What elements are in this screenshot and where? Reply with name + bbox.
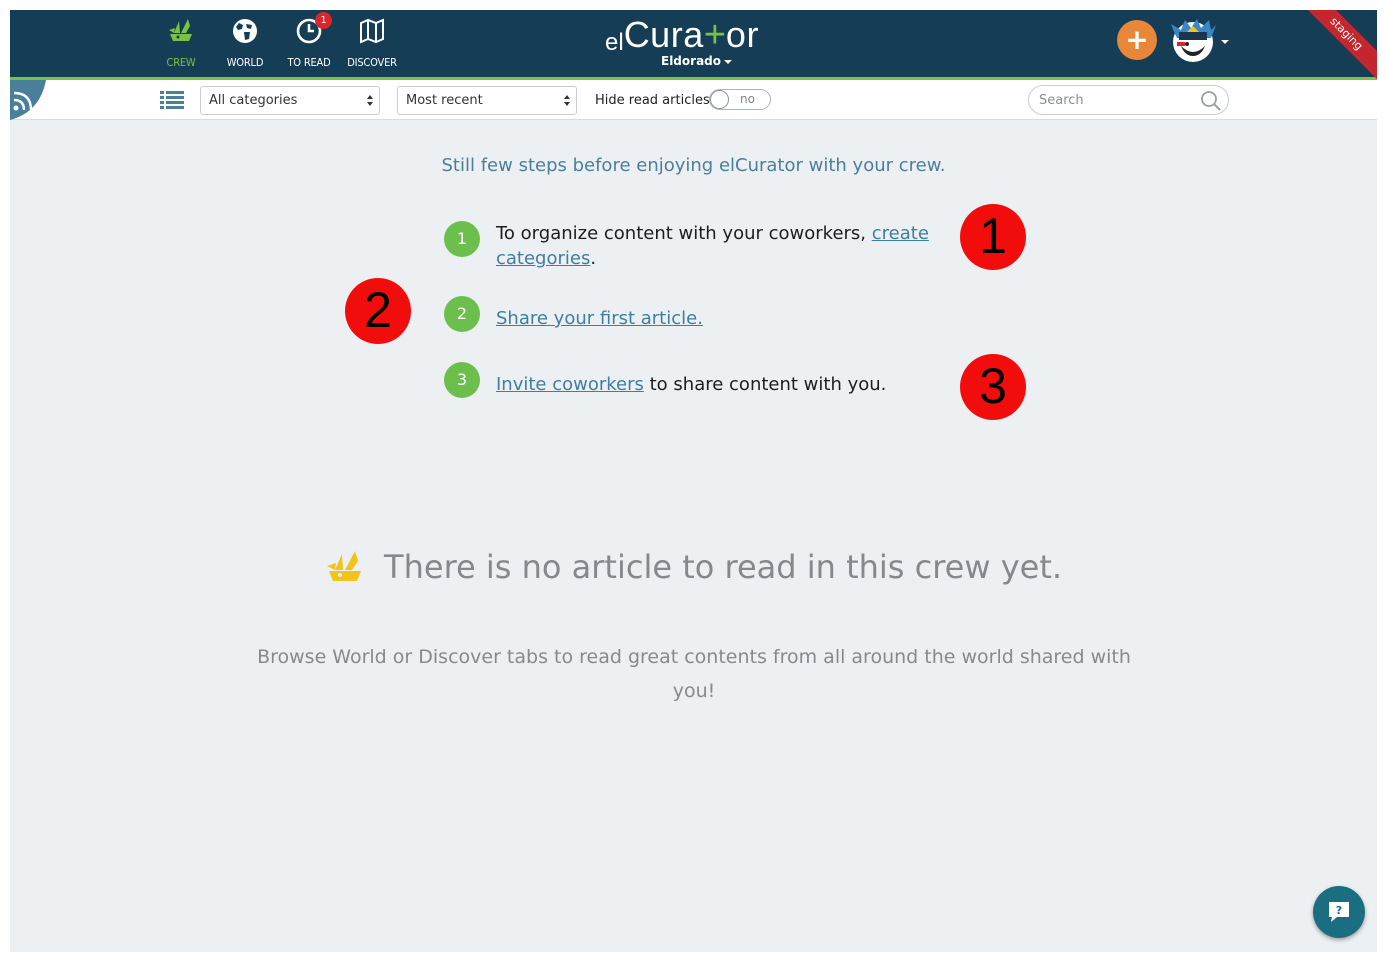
nav-to-read-label: TO READ [287, 56, 331, 69]
chevron-down-icon [724, 59, 732, 64]
top-navbar: CREW WORLD 1 TO READ DISCOVER elCura+or … [10, 10, 1377, 95]
annotation-marker-1: 1 [960, 204, 1026, 270]
select-arrows-icon [367, 95, 373, 106]
share-first-article-link[interactable]: Share your first article. [496, 308, 703, 329]
annotation-marker-3: 3 [960, 354, 1026, 420]
list-view-icon[interactable] [160, 90, 184, 110]
app-window: CREW WORLD 1 TO READ DISCOVER elCura+or … [10, 10, 1377, 952]
step-text: To organize content with your coworkers,… [496, 223, 929, 269]
world-icon [233, 19, 257, 43]
filter-toolbar: All categories Most recent Hide read art… [10, 80, 1377, 120]
toggle-knob [710, 90, 729, 109]
step-text: Share your first article. [496, 306, 936, 331]
map-icon [360, 18, 384, 44]
step-number: 1 [444, 221, 480, 257]
nav-discover-label: DISCOVER [347, 56, 397, 69]
nav-to-read[interactable]: 1 TO READ [279, 12, 339, 74]
crew-switcher[interactable]: Eldorado [661, 54, 732, 68]
search-icon[interactable] [1200, 90, 1222, 112]
hide-read-toggle[interactable]: no [709, 89, 771, 110]
avatar-chevron-down-icon[interactable] [1221, 40, 1229, 44]
hide-read-label: Hide read articles [595, 93, 710, 108]
step-number: 2 [444, 296, 480, 332]
empty-state-title: There is no article to read in this crew… [384, 548, 1063, 586]
to-read-count-badge: 1 [315, 12, 332, 29]
invite-coworkers-link[interactable]: Invite coworkers [496, 374, 644, 395]
nav-discover[interactable]: DISCOVER [342, 14, 402, 74]
rss-icon[interactable] [10, 80, 46, 120]
crew-ship-icon [169, 19, 192, 41]
add-article-button[interactable]: + [1117, 20, 1157, 60]
step-number: 3 [444, 362, 480, 398]
toggle-state-text: no [740, 92, 755, 106]
svg-text:?: ? [1336, 904, 1342, 917]
annotation-marker-2: 2 [345, 278, 411, 344]
crew-ship-icon [326, 551, 361, 581]
crew-name: Eldorado [661, 54, 721, 68]
nav-world[interactable]: WORLD [215, 14, 275, 74]
help-chat-button[interactable]: ? [1313, 886, 1365, 938]
nav-crew[interactable]: CREW [151, 14, 211, 74]
nav-world-label: WORLD [226, 56, 264, 69]
step-text: Invite coworkers to share content with y… [496, 374, 887, 395]
elcurator-logo[interactable]: elCura+or [605, 14, 759, 56]
onboarding-intro: Still few steps before enjoying elCurato… [441, 155, 946, 176]
nav-crew-label: CREW [166, 56, 196, 69]
user-avatar[interactable] [1169, 16, 1217, 64]
select-arrows-icon [564, 95, 570, 106]
empty-state-hint: Browse World or Discover tabs to read gr… [257, 646, 1131, 702]
search-input[interactable] [1028, 85, 1229, 115]
empty-state: There is no article to read in this crew… [10, 548, 1377, 586]
sort-select-value: Most recent [406, 93, 483, 108]
sort-select[interactable]: Most recent [397, 86, 577, 115]
help-chat-icon: ? [1329, 902, 1349, 922]
category-select[interactable]: All categories [200, 86, 380, 115]
category-select-value: All categories [209, 93, 298, 108]
